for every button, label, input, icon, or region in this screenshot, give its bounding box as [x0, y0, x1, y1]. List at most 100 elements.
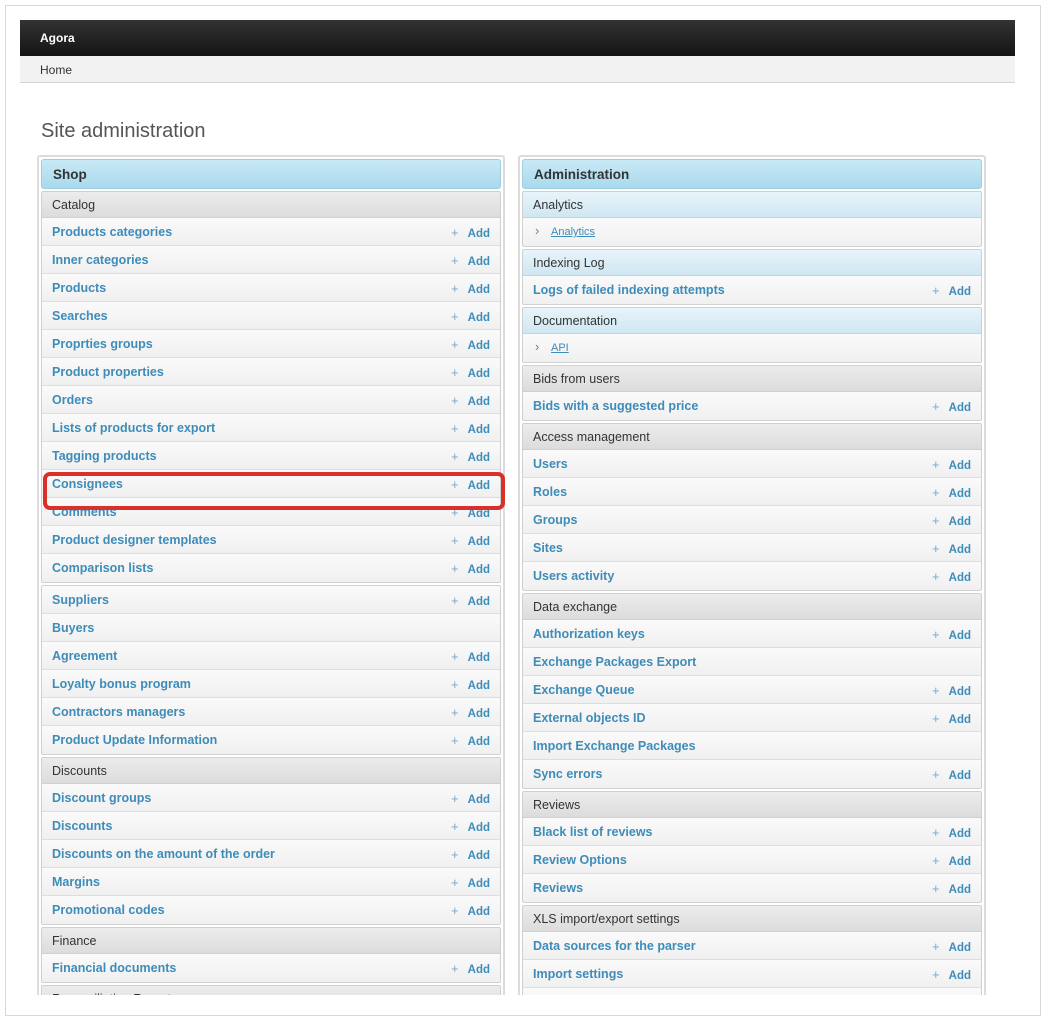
link-api[interactable]: API [551, 342, 569, 354]
link-roles[interactable]: Roles [533, 485, 567, 499]
add-margins-button[interactable]: + Add [451, 875, 490, 890]
link-contractors-managers[interactable]: Contractors managers [52, 705, 185, 719]
add-consignees-button[interactable]: + Add [451, 477, 490, 492]
add-loyalty-bonus-program-button[interactable]: + Add [451, 677, 490, 692]
add-exchange-queue-button[interactable]: + Add [932, 683, 971, 698]
add-inner-categories-button[interactable]: + Add [451, 253, 490, 268]
link-groups[interactable]: Groups [533, 513, 577, 527]
add-data-sources-for-the-parser-button[interactable]: + Add [932, 939, 971, 954]
group-header-documentation[interactable]: Documentation [523, 308, 981, 334]
add-financial-documents-button[interactable]: + Add [451, 961, 490, 976]
module-caption-administration[interactable]: Administration [522, 159, 982, 189]
link-margins[interactable]: Margins [52, 875, 100, 889]
add-sync-errors-button[interactable]: + Add [932, 767, 971, 782]
add-product-designer-templates-button[interactable]: + Add [451, 533, 490, 548]
group-header-discounts[interactable]: Discounts [42, 758, 500, 784]
group-header-data-exchange[interactable]: Data exchange [523, 594, 981, 620]
link-tagging-products[interactable]: Tagging products [52, 449, 157, 463]
group-header-xls-import-export-settings[interactable]: XLS import/export settings [523, 906, 981, 932]
add-groups-button[interactable]: + Add [932, 513, 971, 528]
link-proprties-groups[interactable]: Proprties groups [52, 337, 153, 351]
link-loyalty-bonus-program[interactable]: Loyalty bonus program [52, 677, 191, 691]
module-caption-shop[interactable]: Shop [41, 159, 501, 189]
link-buyers[interactable]: Buyers [52, 621, 94, 635]
link-reviews[interactable]: Reviews [533, 881, 583, 895]
add-agreement-button[interactable]: + Add [451, 649, 490, 664]
group-header-catalog[interactable]: Catalog [42, 192, 500, 218]
link-suppliers[interactable]: Suppliers [52, 593, 109, 607]
link-sync-errors[interactable]: Sync errors [533, 767, 602, 781]
add-products-button[interactable]: + Add [451, 281, 490, 296]
group-header-access-management[interactable]: Access management [523, 424, 981, 450]
link-product-designer-templates[interactable]: Product designer templates [52, 533, 217, 547]
add-users-activity-button[interactable]: + Add [932, 569, 971, 584]
add-import-settings-button[interactable]: + Add [932, 967, 971, 982]
link-agreement[interactable]: Agreement [52, 649, 117, 663]
group-header-bids-from-users[interactable]: Bids from users [523, 366, 981, 392]
group-header-finance[interactable]: Finance [42, 928, 500, 954]
link-comments[interactable]: Comments [52, 505, 117, 519]
add-product-update-information-button[interactable]: + Add [451, 733, 490, 748]
add-authorization-keys-button[interactable]: + Add [932, 627, 971, 642]
group-header-reviews[interactable]: Reviews [523, 792, 981, 818]
link-data-sources-for-the-parser[interactable]: Data sources for the parser [533, 939, 696, 953]
link-exchange-packages-export[interactable]: Exchange Packages Export [533, 655, 696, 669]
link-consignees[interactable]: Consignees [52, 477, 123, 491]
add-orders-button[interactable]: + Add [451, 393, 490, 408]
add-sites-button[interactable]: + Add [932, 541, 971, 556]
add-discounts-button[interactable]: + Add [451, 819, 490, 834]
add-bids-with-a-suggested-price-button[interactable]: + Add [932, 399, 971, 414]
link-authorization-keys[interactable]: Authorization keys [533, 627, 645, 641]
add-contractors-managers-button[interactable]: + Add [451, 705, 490, 720]
link-logs-of-failed-indexing-attempts[interactable]: Logs of failed indexing attempts [533, 283, 725, 297]
link-promotional-codes[interactable]: Promotional codes [52, 903, 165, 917]
add-product-properties-button[interactable]: + Add [451, 365, 490, 380]
add-suppliers-button[interactable]: + Add [451, 593, 490, 608]
link-searches[interactable]: Searches [52, 309, 108, 323]
link-exchange-queue[interactable]: Exchange Queue [533, 683, 634, 697]
link-products-categories[interactable]: Products categories [52, 225, 172, 239]
link-external-objects-id[interactable]: External objects ID [533, 711, 646, 725]
link-inner-categories[interactable]: Inner categories [52, 253, 149, 267]
add-comparison-lists-button[interactable]: + Add [451, 561, 490, 576]
add-users-button[interactable]: + Add [932, 457, 971, 472]
link-import-exchange-packages[interactable]: Import Exchange Packages [533, 739, 696, 753]
site-brand[interactable]: Agora [40, 31, 75, 45]
link-lists-of-products-for-export[interactable]: Lists of products for export [52, 421, 215, 435]
link-bids-with-a-suggested-price[interactable]: Bids with a suggested price [533, 399, 698, 413]
add-black-list-of-reviews-button[interactable]: + Add [932, 825, 971, 840]
group-header-reconciliation-report[interactable]: Reconciliation Report [42, 986, 500, 995]
group-header-indexing-log[interactable]: Indexing Log [523, 250, 981, 276]
link-orders[interactable]: Orders [52, 393, 93, 407]
add-logs-of-failed-indexing-attempts-button[interactable]: + Add [932, 283, 971, 298]
link-review-options[interactable]: Review Options [533, 853, 627, 867]
link-analytics[interactable]: Analytics [551, 226, 595, 238]
link-comparison-lists[interactable]: Comparison lists [52, 561, 153, 575]
add-tagging-products-button[interactable]: + Add [451, 449, 490, 464]
link-users[interactable]: Users [533, 457, 568, 471]
link-products[interactable]: Products [52, 281, 106, 295]
link-discounts[interactable]: Discounts [52, 819, 112, 833]
link-import-settings[interactable]: Import settings [533, 967, 623, 981]
add-roles-button[interactable]: + Add [932, 485, 971, 500]
group-header-analytics[interactable]: Analytics [523, 192, 981, 218]
add-products-categories-button[interactable]: + Add [451, 225, 490, 240]
link-product-update-information[interactable]: Product Update Information [52, 733, 217, 747]
link-black-list-of-reviews[interactable]: Black list of reviews [533, 825, 653, 839]
add-comments-button[interactable]: + Add [451, 505, 490, 520]
add-promotional-codes-button[interactable]: + Add [451, 903, 490, 918]
link-discounts-on-the-amount-of-the-order[interactable]: Discounts on the amount of the order [52, 847, 275, 861]
add-discount-groups-button[interactable]: + Add [451, 791, 490, 806]
link-sites[interactable]: Sites [533, 541, 563, 555]
add-lists-of-products-for-export-button[interactable]: + Add [451, 421, 490, 436]
link-users-activity[interactable]: Users activity [533, 569, 614, 583]
link-product-properties[interactable]: Product properties [52, 365, 164, 379]
add-searches-button[interactable]: + Add [451, 309, 490, 324]
add-reviews-button[interactable]: + Add [932, 881, 971, 896]
link-discount-groups[interactable]: Discount groups [52, 791, 151, 805]
breadcrumb-home-link[interactable]: Home [40, 63, 72, 77]
add-external-objects-id-button[interactable]: + Add [932, 711, 971, 726]
add-proprties-groups-button[interactable]: + Add [451, 337, 490, 352]
add-review-options-button[interactable]: + Add [932, 853, 971, 868]
add-discounts-on-the-amount-of-the-order-button[interactable]: + Add [451, 847, 490, 862]
